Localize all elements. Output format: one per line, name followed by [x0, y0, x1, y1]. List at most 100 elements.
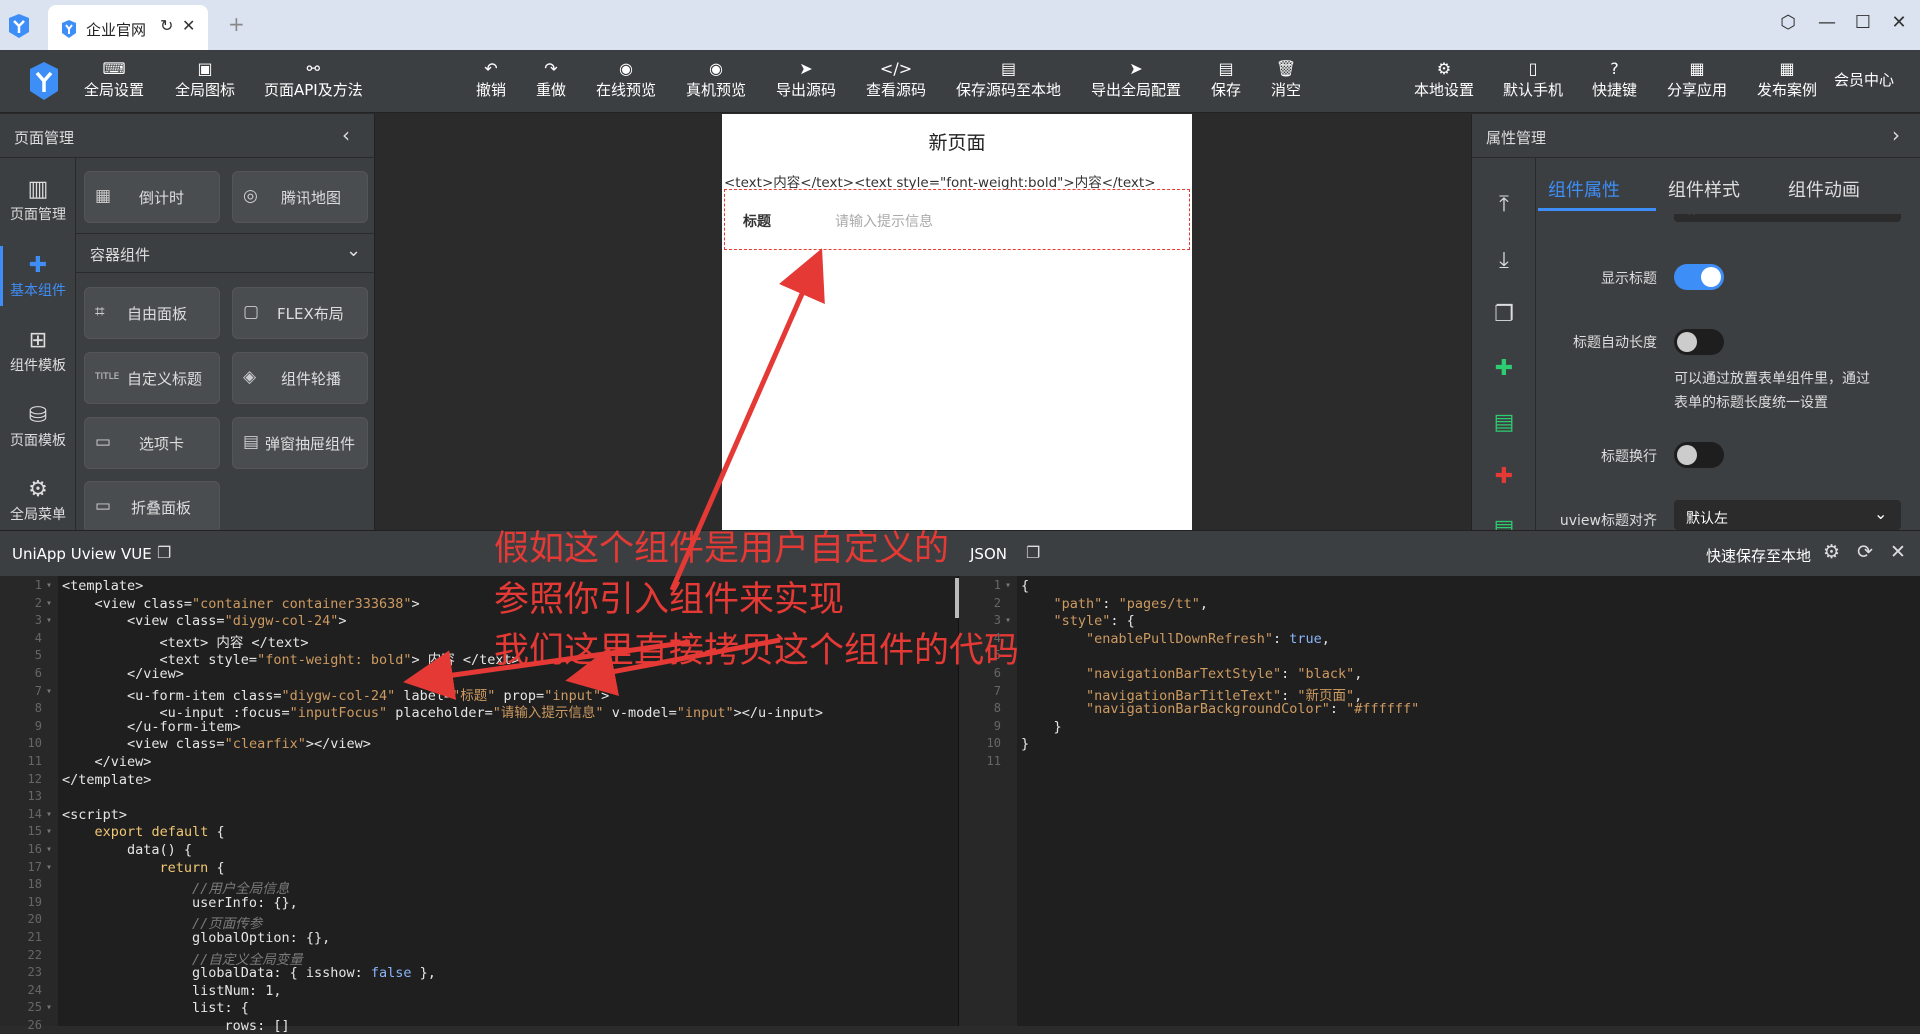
- code-line: "path": "pages/tt",: [1053, 595, 1208, 612]
- save-source-local-button[interactable]: ▤ 保存源码至本地: [956, 58, 1061, 100]
- line-number: 19: [27, 894, 42, 909]
- export-global-config-button[interactable]: ➤ 导出全局配置: [1091, 58, 1181, 100]
- tab-title: 企业官网: [86, 21, 147, 39]
- auto-width-toggle[interactable]: [1674, 329, 1724, 355]
- fold-arrow-icon[interactable]: ▾: [46, 844, 52, 855]
- rail-component-templates[interactable]: ⊞ 组件模板: [0, 327, 76, 375]
- code-icon: </>: [879, 59, 913, 78]
- save-button[interactable]: ▤ 保存: [1211, 58, 1241, 100]
- container-components-header[interactable]: 容器组件 ⌄: [76, 233, 375, 273]
- component-carousel[interactable]: ◈ 组件轮播: [232, 352, 368, 404]
- rail-page-management[interactable]: ▥ 页面管理: [0, 176, 76, 224]
- collapse-left-icon[interactable]: ‹: [342, 123, 350, 147]
- reload-icon[interactable]: ↻: [160, 16, 173, 35]
- refresh-icon[interactable]: ⟳: [1857, 541, 1873, 563]
- close-editor-icon[interactable]: ✕: [1890, 541, 1906, 563]
- global-settings-button[interactable]: ⌨ 全局设置: [84, 58, 144, 100]
- redo-button[interactable]: ↷ 重做: [536, 58, 566, 100]
- shortcuts-button[interactable]: ? 快捷键: [1592, 58, 1637, 100]
- new-tab-icon[interactable]: +: [228, 12, 245, 36]
- redo-icon: ↷: [544, 59, 558, 78]
- copy-json-icon[interactable]: ❐: [1026, 543, 1040, 562]
- code-line: }: [1021, 736, 1030, 753]
- rail-global-menu[interactable]: ⚙ 全局菜单: [0, 476, 76, 524]
- fold-arrow-icon[interactable]: ▾: [46, 809, 52, 820]
- undo-button[interactable]: ↶ 撤销: [476, 58, 506, 100]
- publish-case-button[interactable]: ▦ 发布案例: [1757, 58, 1817, 100]
- browser-tab[interactable]: 企业官网 ↻ ✕: [48, 5, 208, 50]
- component-tencent-map[interactable]: ◎ 腾讯地图: [232, 171, 368, 223]
- fold-arrow-icon[interactable]: ▾: [46, 580, 52, 591]
- component-flex-layout[interactable]: ▢ FLEX布局: [232, 287, 368, 339]
- component-countdown[interactable]: ▦ 倒计时: [84, 171, 220, 223]
- align-select[interactable]: 默认左 ⌄: [1674, 500, 1901, 530]
- view-source-button[interactable]: </> 查看源码: [866, 58, 926, 100]
- quick-save-local-button[interactable]: 快速保存至本地: [1706, 545, 1811, 566]
- close-window-icon[interactable]: ✕: [1887, 12, 1911, 33]
- online-preview-button[interactable]: ◉ 在线预览: [596, 58, 656, 100]
- component-free-panel[interactable]: ⌗ 自由面板: [84, 287, 220, 339]
- fold-arrow-icon[interactable]: ▾: [46, 826, 52, 837]
- tab-component-animation[interactable]: 组件动画: [1788, 176, 1860, 202]
- fold-arrow-icon[interactable]: ▾: [46, 686, 52, 697]
- share-icon: ▦: [1689, 59, 1705, 78]
- form-input[interactable]: 请输入提示信息: [835, 211, 933, 231]
- collapse-right-icon[interactable]: ›: [1892, 123, 1900, 147]
- map-pin-icon: ◎: [243, 186, 258, 206]
- global-icons-button[interactable]: ▣ 全局图标: [175, 58, 235, 100]
- drawer-icon: ▤: [243, 432, 260, 452]
- component-collapse[interactable]: ▭ 折叠面板: [84, 481, 220, 533]
- code-line: </view>: [62, 754, 152, 770]
- component-tabs[interactable]: ▭ 选项卡: [84, 417, 220, 469]
- minimize-icon[interactable]: —: [1815, 12, 1839, 33]
- phone-icon: ▯: [1528, 59, 1538, 78]
- close-tab-icon[interactable]: ✕: [182, 16, 195, 35]
- tab-component-style[interactable]: 组件样式: [1668, 176, 1740, 202]
- clear-button[interactable]: 🗑 消空: [1271, 58, 1301, 100]
- line-number: 26: [27, 1018, 42, 1032]
- rail-page-templates[interactable]: ⛁ 页面模板: [0, 402, 76, 450]
- selected-form-item[interactable]: 标题 请输入提示信息: [724, 189, 1190, 250]
- fold-arrow-icon[interactable]: ▾: [46, 598, 52, 609]
- default-phone-button[interactable]: ▯ 默认手机: [1503, 58, 1563, 100]
- line-number: 24: [27, 982, 42, 997]
- text-component[interactable]: <text>内容</text><text style="font-weight:…: [724, 171, 1156, 191]
- code-line: </template>: [62, 771, 152, 788]
- rail-basic-components[interactable]: ✚ 基本组件: [0, 246, 76, 306]
- document-green-icon[interactable]: ▤: [1492, 410, 1516, 435]
- puzzle-green-icon[interactable]: ✚: [1492, 356, 1516, 381]
- device-preview-button[interactable]: ◉ 真机预览: [686, 58, 746, 100]
- line-number: 6: [34, 666, 42, 680]
- copy-icon[interactable]: ❐: [1492, 302, 1516, 327]
- tab-favicon-icon: [62, 20, 76, 38]
- member-center-button[interactable]: 会员中心: [1834, 70, 1894, 90]
- form-label: 标题: [743, 214, 771, 230]
- image-icon: ▣: [197, 59, 213, 78]
- fold-arrow-icon[interactable]: ▾: [46, 615, 52, 626]
- page-api-button[interactable]: ⚯ 页面API及方法: [264, 58, 363, 100]
- maximize-icon[interactable]: ☐: [1851, 12, 1875, 33]
- code-line: list: {: [62, 1000, 249, 1017]
- copy-code-icon[interactable]: ❐: [157, 543, 171, 562]
- share-app-button[interactable]: ▦ 分享应用: [1667, 58, 1727, 100]
- wrap-toggle[interactable]: [1674, 442, 1724, 468]
- local-settings-button[interactable]: ⚙ 本地设置: [1414, 58, 1474, 100]
- code-line: listNum: 1,: [62, 982, 282, 999]
- component-custom-title[interactable]: TITLE 自定义标题: [84, 352, 220, 404]
- show-title-toggle[interactable]: [1674, 264, 1724, 290]
- code-line: globalData: { isshow: false },: [62, 965, 436, 982]
- send-icon: ➤: [799, 59, 813, 78]
- gear-icon[interactable]: ⚙: [1823, 541, 1840, 563]
- fold-arrow-icon[interactable]: ▾: [1005, 580, 1011, 591]
- frame-icon: ⌗: [95, 302, 105, 322]
- settings-hex-icon[interactable]: ⬡: [1776, 12, 1800, 33]
- export-source-button[interactable]: ➤ 导出源码: [776, 58, 836, 100]
- line-number-gutter: 1 ▾ 2 ▾ 3 ▾ 4 5 6 7 ▾ 8 9 10 11 12 13 14 ▾ 15 ▾ 16 ▾ 17 ▾ 18 19 20 2…: [0, 576, 58, 1032]
- tab-component-props[interactable]: 组件属性: [1548, 176, 1620, 202]
- fold-arrow-icon[interactable]: ▾: [46, 862, 52, 873]
- component-popup-drawer[interactable]: ▤ 弹窗抽屉组件: [232, 417, 368, 469]
- title-icon: TITLE: [95, 372, 120, 382]
- json-code-editor[interactable]: 1 ▾ 2 3 ▾ 4 5 6 7 8 9 10 11 { "path": "pages/tt", "s…: [959, 576, 1920, 1026]
- puzzle-red-icon[interactable]: ✚: [1492, 464, 1516, 489]
- fold-arrow-icon[interactable]: ▾: [46, 1002, 52, 1013]
